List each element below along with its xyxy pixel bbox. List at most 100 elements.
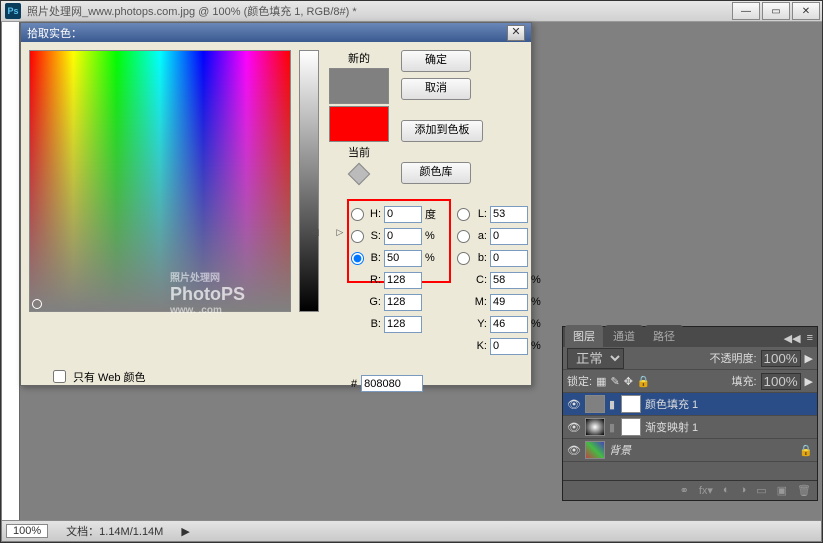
b-unit: %: [425, 252, 439, 264]
link-layers-icon[interactable]: ⚭: [680, 484, 689, 497]
g-input[interactable]: [384, 294, 422, 311]
layer-mask-icon[interactable]: ◐: [723, 484, 730, 497]
b-input[interactable]: [384, 250, 422, 267]
group-icon[interactable]: ▭: [756, 484, 766, 497]
tab-layers[interactable]: 图层: [565, 325, 603, 347]
a-radio[interactable]: [457, 230, 470, 243]
l-input[interactable]: [490, 206, 528, 223]
fill-input[interactable]: [761, 373, 801, 390]
c-input[interactable]: [490, 272, 528, 289]
close-button[interactable]: ✕: [792, 2, 820, 20]
a-label: a:: [473, 230, 487, 242]
web-only-label: 只有 Web 颜色: [73, 369, 146, 385]
lock-icon: 🔒: [799, 444, 813, 457]
k-input[interactable]: [490, 338, 528, 355]
r-label: R:: [367, 274, 381, 286]
dialog-title: 拾取实色：: [27, 25, 82, 41]
dialog-titlebar[interactable]: 拾取实色： ✕: [21, 23, 531, 42]
status-bar: 100% 文档：1.14M/1.14M ▶: [2, 520, 821, 541]
b-label: B:: [367, 252, 381, 264]
layer-thumb[interactable]: [585, 418, 605, 436]
opacity-menu-icon[interactable]: ▶: [805, 352, 813, 365]
tab-channels[interactable]: 通道: [605, 325, 643, 347]
lock-label: 锁定:: [567, 373, 592, 389]
color-library-button[interactable]: 颜色库: [401, 162, 471, 184]
slider-pointer: ◁ ▷: [312, 227, 343, 238]
minimize-button[interactable]: —: [732, 2, 760, 20]
s-input[interactable]: [384, 228, 422, 245]
blend-mode-select[interactable]: 正常: [567, 348, 624, 369]
opacity-input[interactable]: [761, 350, 801, 367]
s-unit: %: [425, 230, 439, 242]
c-unit: %: [531, 274, 545, 286]
brightness-slider[interactable]: [299, 50, 319, 312]
ok-button[interactable]: 确定: [401, 50, 471, 72]
h-input[interactable]: [384, 206, 422, 223]
r-input[interactable]: [384, 272, 422, 289]
app-icon: Ps: [5, 3, 21, 19]
s-radio[interactable]: [351, 230, 364, 243]
add-swatch-button[interactable]: 添加到色板: [401, 120, 483, 142]
layer-name[interactable]: 背景: [609, 442, 631, 458]
layer-mask[interactable]: [621, 395, 641, 413]
layer-row[interactable]: 👁 ▮ 渐变映射 1: [563, 416, 817, 439]
status-menu-icon[interactable]: ▶: [181, 525, 189, 538]
new-color-swatch[interactable]: [329, 68, 389, 104]
bc-input[interactable]: [384, 316, 422, 333]
layer-row[interactable]: 👁 背景 🔒: [563, 439, 817, 462]
cancel-button[interactable]: 取消: [401, 78, 471, 100]
visibility-icon[interactable]: 👁: [567, 444, 581, 457]
color-picker-dialog: 拾取实色： ✕ 照片处理网 PhotoPS www. .com 新的 当前: [20, 22, 532, 386]
layer-thumb[interactable]: [585, 395, 605, 413]
adjustment-icon[interactable]: ◑: [740, 484, 747, 497]
layer-thumb[interactable]: [585, 441, 605, 459]
visibility-icon[interactable]: 👁: [567, 421, 581, 434]
zoom-input[interactable]: 100%: [6, 524, 48, 538]
y-unit: %: [531, 318, 545, 330]
s-label: S:: [367, 230, 381, 242]
maximize-button[interactable]: ▭: [762, 2, 790, 20]
color-field[interactable]: 照片处理网 PhotoPS www. .com: [29, 50, 291, 312]
y-label: Y:: [473, 318, 487, 330]
lab-b-radio[interactable]: [457, 252, 470, 265]
layer-row[interactable]: 👁 ▮ 颜色填充 1: [563, 393, 817, 416]
layer-name[interactable]: 颜色填充 1: [645, 396, 698, 412]
bc-label: B:: [367, 318, 381, 330]
a-input[interactable]: [490, 228, 528, 245]
cube-icon[interactable]: [348, 163, 371, 186]
lock-brush-icon[interactable]: ✎: [610, 375, 619, 388]
lock-transparent-icon[interactable]: ▦: [596, 375, 606, 388]
lab-b-input[interactable]: [490, 250, 528, 267]
web-only-checkbox[interactable]: [53, 370, 66, 383]
panel-menu-icon[interactable]: ≡: [807, 332, 813, 345]
current-label: 当前: [329, 144, 389, 160]
m-input[interactable]: [490, 294, 528, 311]
hex-input[interactable]: [361, 375, 423, 392]
link-icon: ▮: [609, 398, 617, 411]
panel-collapse-icon[interactable]: ◀◀: [784, 332, 801, 345]
dialog-close-button[interactable]: ✕: [507, 25, 525, 41]
new-layer-icon[interactable]: ▣: [777, 484, 787, 497]
b-radio[interactable]: [351, 252, 364, 265]
h-label: H:: [367, 208, 381, 220]
fill-menu-icon[interactable]: ▶: [805, 375, 813, 388]
lock-all-icon[interactable]: 🔒: [637, 375, 651, 388]
status-doc: 文档：1.14M/1.14M: [66, 523, 163, 539]
layer-name[interactable]: 渐变映射 1: [645, 419, 698, 435]
h-radio[interactable]: [351, 208, 364, 221]
layer-mask[interactable]: [621, 418, 641, 436]
tab-paths[interactable]: 路径: [645, 325, 683, 347]
trash-icon[interactable]: 🗑: [797, 484, 811, 497]
current-color-swatch[interactable]: [329, 106, 389, 142]
layer-fx-icon[interactable]: fx▾: [699, 484, 713, 497]
h-unit: 度: [425, 206, 439, 222]
window-title: 照片处理网_www.photops.com.jpg @ 100% (颜色填充 1…: [25, 3, 732, 19]
lock-move-icon[interactable]: ✥: [624, 375, 633, 388]
l-radio[interactable]: [457, 208, 470, 221]
hex-label: #: [351, 378, 357, 390]
ruler-vertical: [2, 22, 20, 520]
c-label: C:: [473, 274, 487, 286]
color-fields: H:度 L: S:% a: B:% b: R: C:% G: M:% B: Y:…: [351, 203, 545, 357]
y-input[interactable]: [490, 316, 528, 333]
visibility-icon[interactable]: 👁: [567, 398, 581, 411]
